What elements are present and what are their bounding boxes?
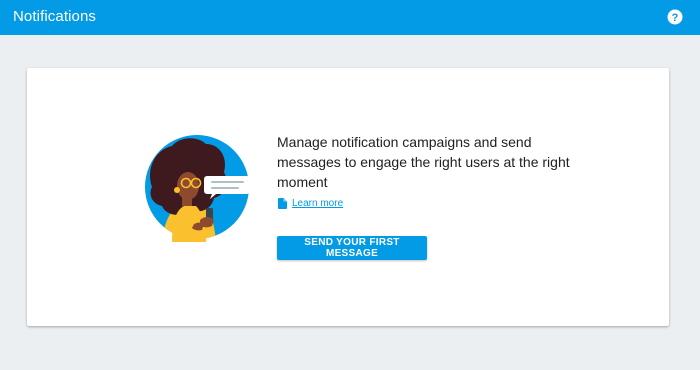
- send-first-message-button[interactable]: SEND YOUR FIRST MESSAGE: [277, 236, 427, 260]
- learn-more-label[interactable]: Learn more: [292, 198, 343, 209]
- learn-more-link[interactable]: Learn more: [278, 196, 343, 210]
- empty-state-card: Manage notification campaigns and send m…: [27, 68, 669, 326]
- page-title: Notifications: [13, 8, 97, 25]
- app-header: Notifications ?: [0, 0, 700, 35]
- help-icon[interactable]: ?: [667, 9, 683, 25]
- svg-text:?: ?: [672, 12, 679, 24]
- document-icon: [278, 197, 287, 209]
- notifications-illustration: [145, 135, 250, 242]
- empty-state-headline: Manage notification campaigns and send m…: [277, 134, 570, 190]
